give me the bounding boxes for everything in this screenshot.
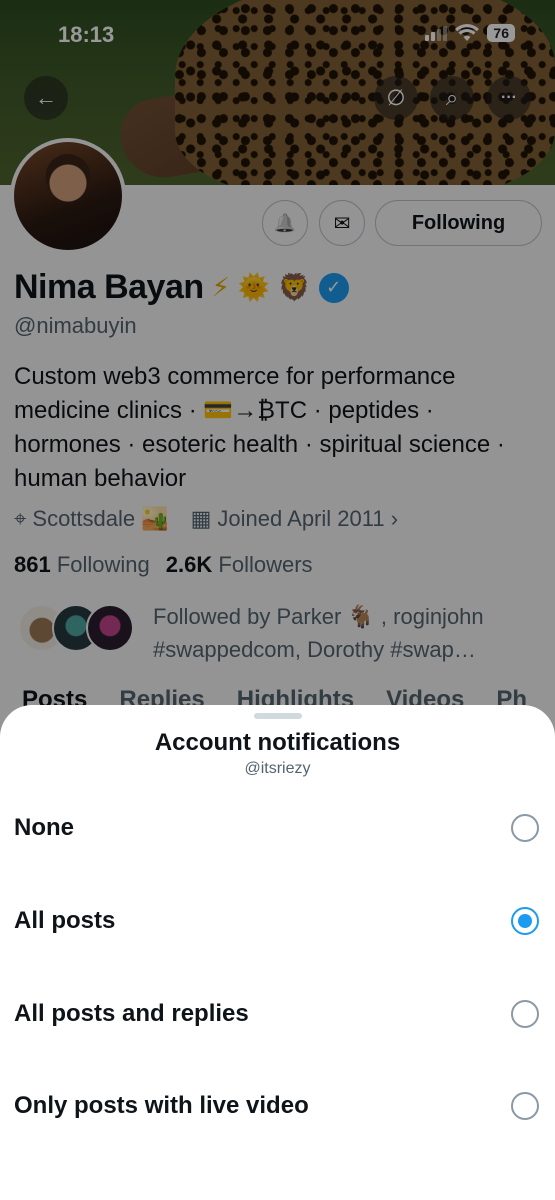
option-label: All posts (14, 907, 116, 934)
option-all-posts-and-replies[interactable]: All posts and replies (0, 984, 555, 1044)
option-none[interactable]: None (0, 798, 555, 858)
sheet-grabber[interactable] (254, 713, 302, 719)
option-all-posts[interactable]: All posts (0, 891, 555, 951)
option-label: None (14, 814, 74, 841)
option-label: Only posts with live video (14, 1092, 309, 1119)
sheet-subtitle: @itsriezy (244, 760, 311, 777)
option-live-video[interactable]: Only posts with live video (0, 1076, 555, 1136)
option-label: All posts and replies (14, 1000, 249, 1027)
radio-button-selected[interactable] (511, 907, 539, 935)
sheet-title: Account notifications (154, 729, 401, 756)
radio-button[interactable] (511, 814, 539, 842)
radio-button[interactable] (511, 1092, 539, 1120)
radio-button[interactable] (511, 1000, 539, 1028)
notifications-sheet: Account notifications @itsriezy None All… (0, 705, 555, 1200)
